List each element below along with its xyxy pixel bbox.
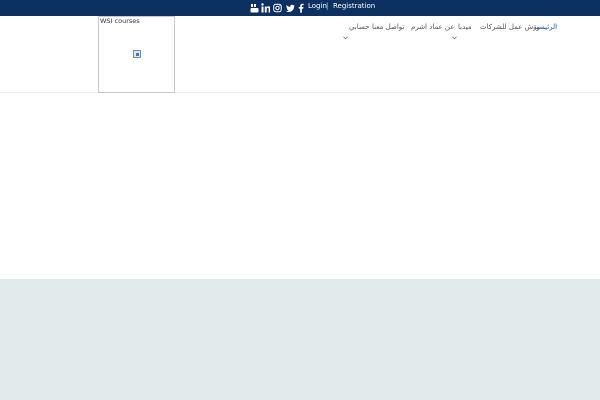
linkedin-icon[interactable] xyxy=(261,3,270,13)
twitter-icon[interactable] xyxy=(286,3,295,13)
nav-item-about[interactable]: عن عماد اشرم xyxy=(411,22,454,32)
site-logo[interactable]: WSI courses xyxy=(98,16,175,93)
hero-section xyxy=(0,93,600,279)
nav-item-contact[interactable]: تواصل معنا xyxy=(372,22,404,32)
footer-band xyxy=(0,279,600,400)
registration-link[interactable]: Registration xyxy=(333,0,375,16)
top-bar: Login | Registration xyxy=(0,0,600,16)
nav-item-media[interactable]: ميديا xyxy=(458,22,472,32)
nav-item-my-account[interactable]: حسابي xyxy=(349,22,370,32)
logo-alt-text: WSI courses xyxy=(100,17,140,25)
nav-item-corporate-workshops[interactable]: ورش عمل للشركات xyxy=(480,22,540,32)
youtube-icon[interactable] xyxy=(250,3,259,13)
chevron-down-icon xyxy=(343,25,348,44)
broken-image-icon xyxy=(133,50,141,58)
instagram-icon[interactable] xyxy=(273,3,282,13)
login-link[interactable]: Login xyxy=(308,0,327,16)
auth-separator: | xyxy=(326,2,329,10)
facebook-icon[interactable] xyxy=(298,3,304,13)
